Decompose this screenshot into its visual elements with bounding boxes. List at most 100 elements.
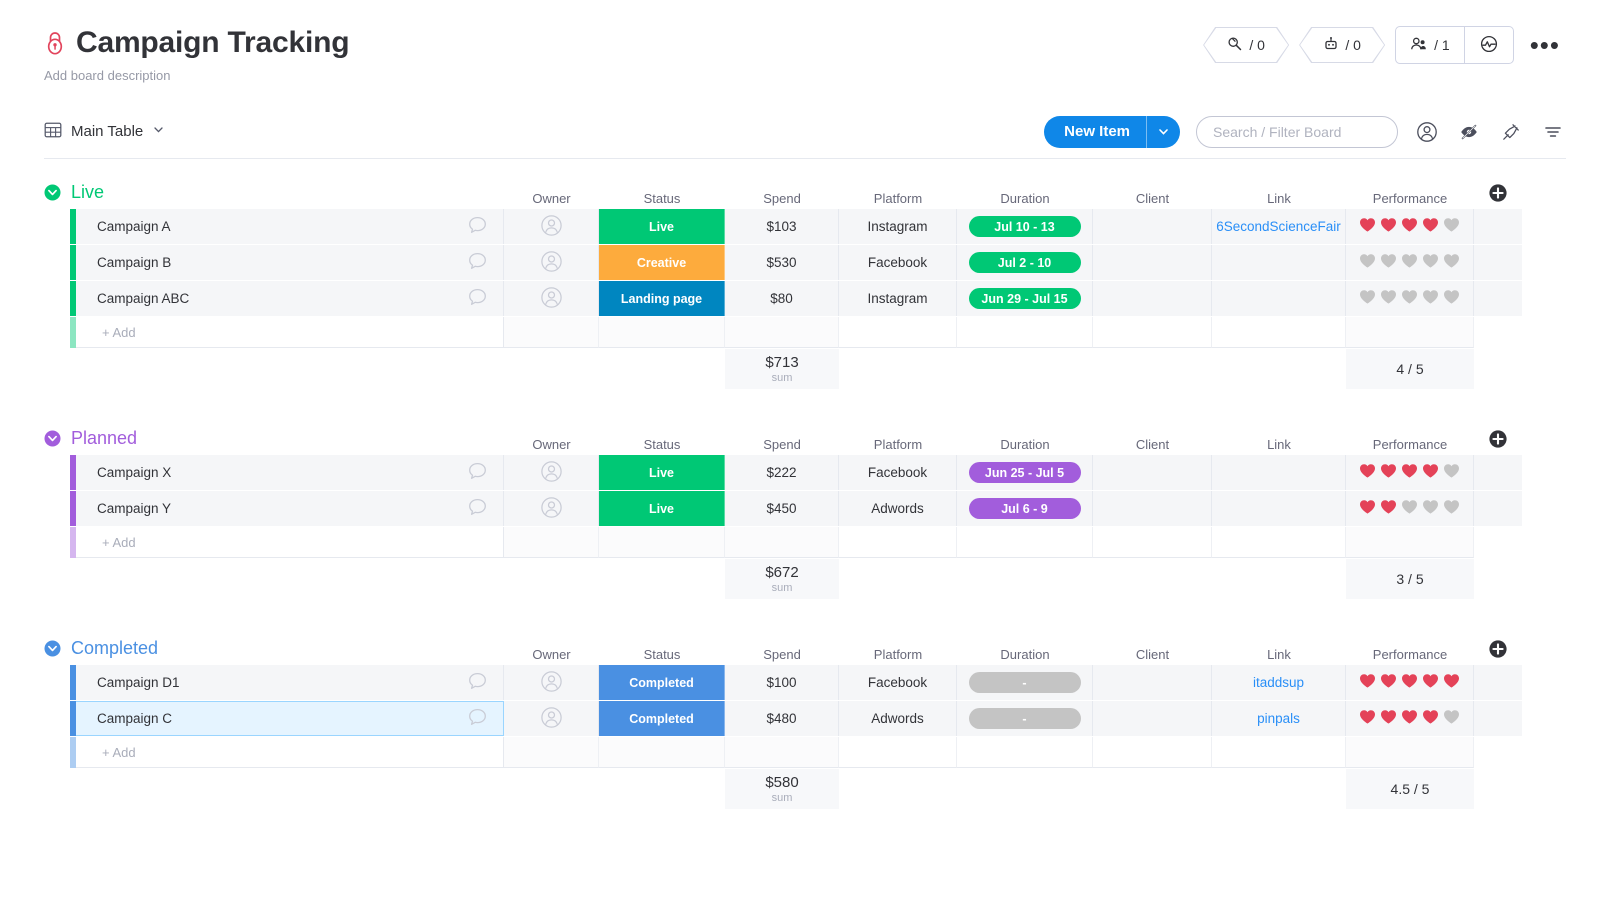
table-row[interactable]: Campaign Y Live $450 Adwords Jul 6 - 9 [0,491,1600,526]
column-header-status[interactable]: Status [599,647,725,665]
more-options-button[interactable]: ••• [1524,32,1566,58]
chat-bubble-icon[interactable] [467,671,488,695]
heart-icon[interactable] [1359,463,1376,482]
heart-icon[interactable] [1401,463,1418,482]
heart-icon[interactable] [1443,217,1460,236]
cell-link[interactable] [1212,245,1346,280]
heart-icon[interactable] [1380,673,1397,692]
heart-icon[interactable] [1380,217,1397,236]
cell-item-name[interactable]: Campaign C [76,701,504,736]
heart-icon[interactable] [1359,499,1376,518]
add-item-row[interactable]: + Add [0,527,1600,558]
column-header-link[interactable]: Link [1212,437,1346,455]
heart-icon[interactable] [1443,709,1460,728]
column-header-owner[interactable]: Owner [504,437,599,455]
cell-item-name[interactable]: Campaign Y [76,491,504,526]
column-header-platform[interactable]: Platform [839,647,957,665]
heart-icon[interactable] [1401,253,1418,272]
cell-spend[interactable]: $450 [725,491,839,526]
cell-duration[interactable]: Jun 29 - Jul 15 [957,281,1093,316]
cell-performance[interactable] [1346,665,1474,700]
owner-avatar-icon[interactable] [540,496,563,522]
pin-icon[interactable] [1498,119,1524,145]
cell-performance[interactable] [1346,245,1474,280]
heart-icon[interactable] [1422,217,1439,236]
add-column-plus-icon[interactable] [1488,429,1508,452]
heart-icon[interactable] [1443,499,1460,518]
cell-spend[interactable]: $100 [725,665,839,700]
table-row[interactable]: Campaign ABC Landing page $80 Instagram Jun … [0,281,1600,316]
link-text[interactable]: itaddsup [1253,675,1304,690]
owner-avatar-icon[interactable] [540,706,563,732]
column-header-platform[interactable]: Platform [839,437,957,455]
heart-icon[interactable] [1422,463,1439,482]
owner-avatar-icon[interactable] [540,286,563,312]
column-header-status[interactable]: Status [599,191,725,209]
column-header-link[interactable]: Link [1212,191,1346,209]
cell-performance[interactable] [1346,281,1474,316]
heart-icon[interactable] [1422,709,1439,728]
summary-spend[interactable]: $580 sum [725,769,839,809]
add-item-label[interactable]: + Add [76,737,504,768]
table-row[interactable]: Campaign B Creative $530 Facebook Jul 2 - 10 [0,245,1600,280]
heart-icon[interactable] [1359,289,1376,308]
search-input[interactable] [1213,123,1381,140]
heart-icon[interactable] [1422,289,1439,308]
cell-status[interactable]: Completed [599,701,725,736]
heart-icon[interactable] [1380,709,1397,728]
cell-owner[interactable] [504,701,599,736]
heart-icon[interactable] [1443,673,1460,692]
heart-icon[interactable] [1443,289,1460,308]
activity-log-pill[interactable]: / 0 [1203,27,1289,63]
column-header-owner[interactable]: Owner [504,191,599,209]
automations-pill[interactable]: / 0 [1299,27,1385,63]
cell-platform[interactable]: Adwords [839,701,957,736]
heart-icon[interactable] [1359,673,1376,692]
table-row[interactable]: Campaign A Live $103 Instagram Jul 10 - 13 6S… [0,209,1600,244]
summary-performance[interactable]: 4 / 5 [1346,349,1474,389]
summary-performance[interactable]: 3 / 5 [1346,559,1474,599]
cell-item-name[interactable]: Campaign ABC [76,281,504,316]
heart-icon[interactable] [1401,499,1418,518]
cell-platform[interactable]: Facebook [839,665,957,700]
cell-client[interactable] [1093,209,1212,244]
cell-owner[interactable] [504,491,599,526]
heart-icon[interactable] [1401,673,1418,692]
cell-owner[interactable] [504,665,599,700]
heart-icon[interactable] [1380,289,1397,308]
cell-link[interactable]: itaddsup [1212,665,1346,700]
heart-icon[interactable] [1401,217,1418,236]
cell-spend[interactable]: $530 [725,245,839,280]
integrations-button[interactable] [1463,27,1513,63]
cell-status[interactable]: Live [599,491,725,526]
cell-client[interactable] [1093,245,1212,280]
heart-icon[interactable] [1422,499,1439,518]
cell-platform[interactable]: Facebook [839,455,957,490]
column-header-performance[interactable]: Performance [1346,437,1474,455]
cell-performance[interactable] [1346,455,1474,490]
column-header-duration[interactable]: Duration [957,647,1093,665]
column-header-status[interactable]: Status [599,437,725,455]
column-header-link[interactable]: Link [1212,647,1346,665]
chat-bubble-icon[interactable] [467,215,488,239]
cell-owner[interactable] [504,209,599,244]
heart-icon[interactable] [1380,463,1397,482]
cell-item-name[interactable]: Campaign D1 [76,665,504,700]
owner-avatar-icon[interactable] [540,214,563,240]
cell-status[interactable]: Completed [599,665,725,700]
cell-owner[interactable] [504,245,599,280]
cell-item-name[interactable]: Campaign X [76,455,504,490]
owner-avatar-icon[interactable] [540,250,563,276]
cell-status[interactable]: Live [599,209,725,244]
heart-icon[interactable] [1380,499,1397,518]
person-circle-icon[interactable] [1414,119,1440,145]
heart-icon[interactable] [1443,463,1460,482]
link-text[interactable]: pinpals [1257,711,1300,726]
cell-link[interactable] [1212,455,1346,490]
cell-platform[interactable]: Instagram [839,209,957,244]
cell-spend[interactable]: $80 [725,281,839,316]
cell-link[interactable] [1212,281,1346,316]
cell-spend[interactable]: $222 [725,455,839,490]
cell-owner[interactable] [504,455,599,490]
column-header-client[interactable]: Client [1093,647,1212,665]
